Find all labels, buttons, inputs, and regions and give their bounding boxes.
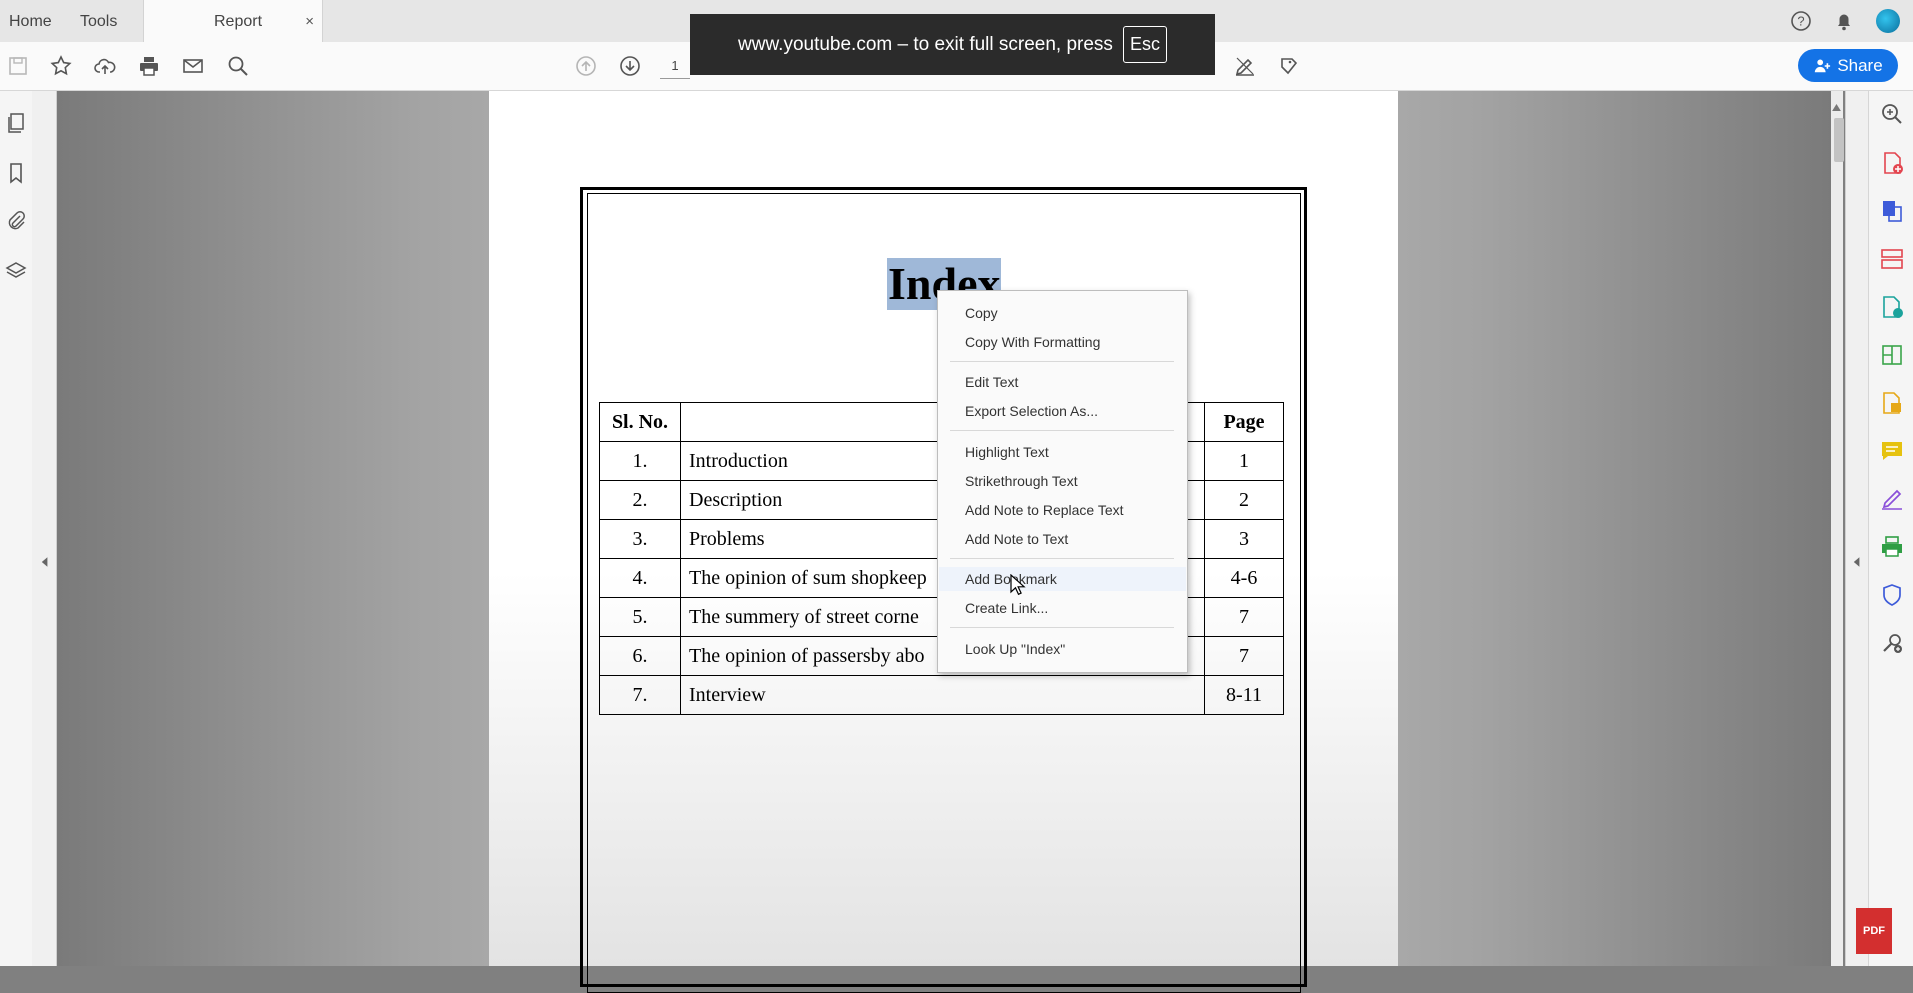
row-number: 2. [599, 480, 681, 520]
pdf-file-badge: PDF [1856, 908, 1892, 954]
column-header: Sl. No. [599, 402, 681, 442]
sign-pen-icon[interactable] [1230, 51, 1260, 81]
page-down-icon[interactable] [615, 51, 645, 81]
menu-item-strikethrough-text[interactable]: Strikethrough Text [939, 469, 1186, 493]
row-page: 4-6 [1204, 558, 1284, 598]
bookmark-icon[interactable] [4, 161, 28, 185]
comment-icon[interactable] [1879, 438, 1905, 464]
row-number: 4. [599, 558, 681, 598]
print-icon[interactable] [134, 51, 164, 81]
organize-pages-icon[interactable] [1879, 246, 1905, 272]
row-page: 2 [1204, 480, 1284, 520]
column-header: Page [1204, 402, 1284, 442]
left-navigation-rail [0, 91, 33, 966]
row-page: 3 [1204, 519, 1284, 559]
table-row: 7. Interview 8-11 [599, 675, 1284, 715]
row-page: 8-11 [1204, 675, 1284, 715]
row-number: 3. [599, 519, 681, 559]
page-up-icon[interactable] [571, 51, 601, 81]
stamp-icon[interactable] [1274, 51, 1304, 81]
right-tools-rail [1868, 91, 1913, 966]
fill-sign-icon[interactable] [1879, 486, 1905, 512]
menu-separator [950, 430, 1174, 431]
menu-item-look-up[interactable]: Look Up "Index" [939, 637, 1186, 661]
zoom-icon[interactable] [1879, 101, 1905, 127]
star-icon[interactable] [46, 51, 76, 81]
protect-icon[interactable] [1879, 582, 1905, 608]
help-icon[interactable]: ? [1790, 10, 1812, 32]
export-pdf-icon[interactable] [1879, 198, 1905, 224]
tab-document[interactable]: Report × [143, 0, 323, 43]
svg-text:?: ? [1797, 14, 1804, 29]
row-number: 6. [599, 636, 681, 676]
zoom-search-icon[interactable] [223, 51, 253, 81]
row-number: 1. [599, 441, 681, 481]
menu-item-export-selection[interactable]: Export Selection As... [939, 399, 1186, 423]
fullscreen-message: www.youtube.com – to exit full screen, p… [738, 33, 1113, 55]
row-number: 5. [599, 597, 681, 637]
create-pdf-icon[interactable] [1879, 150, 1905, 176]
menu-separator [950, 361, 1174, 362]
menu-item-edit-text[interactable]: Edit Text [939, 370, 1186, 394]
menu-item-add-note-replace-text[interactable]: Add Note to Replace Text [939, 498, 1186, 522]
edit-pdf-icon[interactable] [1879, 294, 1905, 320]
attachment-icon[interactable] [4, 209, 28, 233]
menu-separator [950, 558, 1174, 559]
tab-document-label: Report [214, 13, 263, 30]
row-page: 1 [1204, 441, 1284, 481]
esc-key-hint: Esc [1122, 26, 1167, 63]
right-panel-toggle[interactable] [1845, 91, 1868, 966]
combine-icon[interactable] [1879, 342, 1905, 368]
share-button[interactable]: Share [1798, 49, 1898, 82]
menu-item-add-bookmark[interactable]: Add Bookmark [939, 567, 1186, 591]
fullscreen-notification: www.youtube.com – to exit full screen, p… [690, 14, 1215, 75]
row-number: 7. [599, 675, 681, 715]
tab-home[interactable]: Home [9, 0, 52, 42]
save-icon[interactable] [3, 51, 33, 81]
scan-icon[interactable] [1879, 390, 1905, 416]
print-production-icon[interactable] [1879, 534, 1905, 560]
menu-item-copy[interactable]: Copy [939, 301, 1186, 325]
avatar[interactable] [1876, 9, 1900, 33]
bell-icon[interactable] [1833, 10, 1855, 32]
menu-item-add-note-to-text[interactable]: Add Note to Text [939, 527, 1186, 551]
add-user-icon [1815, 59, 1831, 72]
page-number-input[interactable]: 1 [660, 54, 690, 79]
context-menu: Copy Copy With Formatting Edit Text Expo… [937, 290, 1188, 673]
row-page: 7 [1204, 636, 1284, 676]
chevron-left-icon [1853, 557, 1860, 567]
menu-separator [950, 627, 1174, 628]
more-tools-icon[interactable] [1879, 630, 1905, 656]
mouse-cursor-icon [1010, 573, 1026, 596]
menu-item-copy-with-formatting[interactable]: Copy With Formatting [939, 330, 1186, 354]
mail-icon[interactable] [178, 51, 208, 81]
tab-tools[interactable]: Tools [80, 0, 117, 42]
scrollbar-thumb[interactable] [1834, 118, 1844, 162]
close-icon[interactable]: × [305, 0, 314, 44]
layers-icon[interactable] [4, 259, 28, 283]
pages-icon[interactable] [4, 111, 28, 135]
share-label: Share [1837, 55, 1883, 75]
vertical-scrollbar[interactable] [1831, 91, 1843, 966]
scroll-up-arrow-icon[interactable] [1832, 104, 1841, 111]
row-page: 7 [1204, 597, 1284, 637]
menu-item-highlight-text[interactable]: Highlight Text [939, 440, 1186, 464]
upload-cloud-icon[interactable] [90, 51, 120, 81]
menu-item-create-link[interactable]: Create Link... [939, 596, 1186, 620]
left-panel-toggle[interactable] [32, 91, 57, 966]
chevron-left-icon [41, 557, 48, 567]
row-topic: Interview [680, 675, 1205, 715]
